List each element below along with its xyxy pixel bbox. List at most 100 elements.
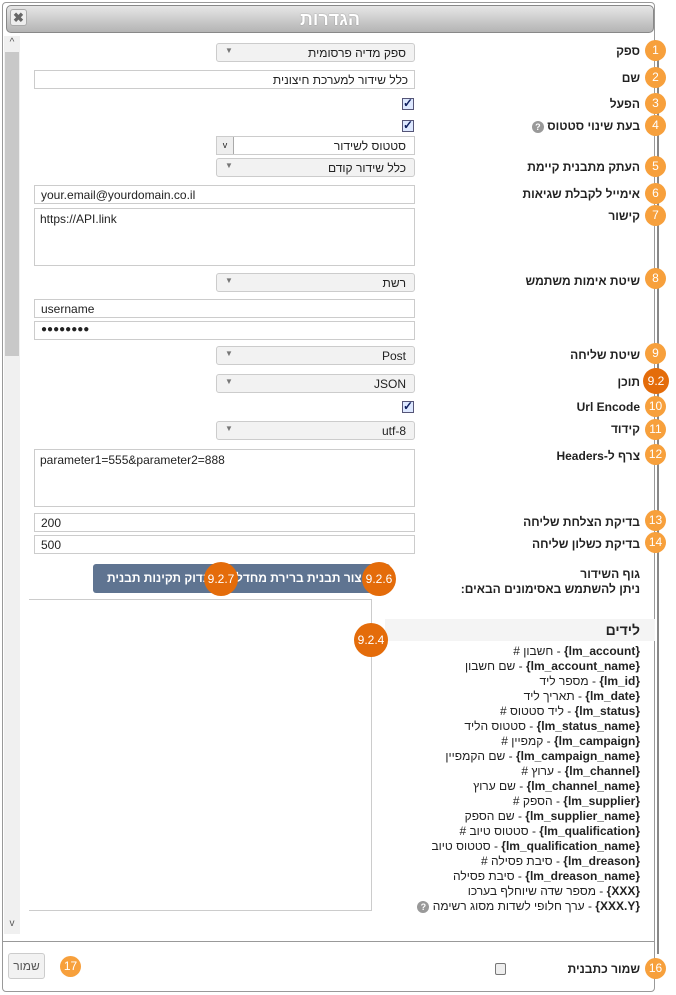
token-desc: מספר שדה שיוחלף בערכו (467, 884, 596, 898)
step-line (657, 44, 659, 954)
status-change-text: בעת שינוי סטטוס (547, 119, 640, 133)
copy-template-label: העתק מתבנית קיימת (527, 160, 640, 174)
token-desc: ערך חלופי לשדות מסוג רשימה (432, 899, 585, 913)
token-desc: סטטוס טיוב (431, 839, 491, 853)
failure-check-label: בדיקת כשלון שליחה (532, 537, 640, 551)
token: {lm_campaign_name} (515, 749, 640, 763)
token: {lm_channel} (564, 764, 640, 778)
step-badge: 9.2.7 (204, 562, 238, 596)
error-email-input[interactable]: your.email@yourdomain.co.il (34, 185, 415, 204)
password-input[interactable]: ●●●●●●●● (34, 321, 415, 340)
url-encode-checkbox[interactable]: ✓ (402, 400, 414, 413)
lead-token-item: {lm_campaign} - קמפיין # (501, 734, 640, 748)
step-badge: 9.2.6 (362, 562, 396, 596)
save-button[interactable]: שמור (8, 953, 45, 979)
caret-down-icon: ▼ (225, 377, 233, 386)
method-select[interactable]: Post ▼ (216, 346, 415, 365)
scrollbar-thumb[interactable] (5, 52, 19, 356)
username-input[interactable]: username (34, 299, 415, 318)
lead-token-item: {lm_dreason} - סיבת פסילה # (481, 854, 640, 868)
step-badge: 6 (645, 183, 666, 204)
lead-token-item: {lm_account} - חשבון # (513, 644, 640, 658)
token-desc: שם הספק (464, 809, 515, 823)
token: {lm_account_name} (525, 659, 640, 673)
content-select[interactable]: JSON ▼ (216, 374, 415, 393)
token: {lm_supplier} (563, 794, 640, 808)
validate-template-button[interactable]: בדוק תקינות תבנית (107, 571, 211, 585)
dialog-title: הגדרות (6, 5, 654, 33)
token: {lm_account} (563, 644, 640, 658)
encoding-select[interactable]: utf-8 ▼ (216, 421, 415, 440)
help-icon[interactable]: ? (531, 121, 544, 133)
copy-template-value: כלל שידור קודם (327, 161, 406, 175)
body-textarea[interactable] (29, 599, 372, 911)
token: {lm_supplier_name} (525, 809, 640, 823)
status-change-label: בעת שינוי סטטוס ? (531, 119, 640, 133)
auth-label: שיטת אימות משתמש (525, 274, 640, 288)
step-badge: 10 (645, 396, 666, 417)
lead-token-item: {lm_status_name} - סטטוס הליד (464, 719, 640, 733)
token: {lm_channel_name} (526, 779, 640, 793)
status-change-checkbox[interactable]: ✓ (402, 119, 414, 132)
lead-token-item: {XXX.Y} - ערך חלופי לשדות מסוג רשימה ? (417, 899, 640, 913)
step-badge: 5 (645, 156, 666, 177)
step-badge: 9.2 (643, 368, 669, 394)
save-template-checkbox[interactable] (495, 963, 506, 975)
token: {lm_campaign} (553, 734, 640, 748)
caret-down-icon: ▼ (225, 349, 233, 358)
lead-token-item: {lm_status} - ליד סטטוס # (499, 704, 640, 718)
success-check-input[interactable]: 200 (34, 513, 415, 532)
step-badge: 16 (645, 958, 666, 979)
failure-check-input[interactable]: 500 (34, 535, 415, 554)
step-badge: 2 (645, 67, 666, 88)
enable-checkbox[interactable]: ✓ (402, 97, 414, 110)
step-badge: 9 (645, 343, 666, 364)
enable-label: הפעל (609, 97, 640, 111)
close-icon[interactable]: ✖ (10, 9, 27, 26)
lead-token-item: {lm_dreason_name} - סיבת פסילה (453, 869, 640, 883)
help-icon[interactable]: ? (417, 901, 430, 913)
step-badge: 8 (645, 268, 666, 289)
step-badge: 11 (645, 419, 666, 440)
token: {lm_qualification} (539, 824, 640, 838)
success-check-label: בדיקת הצלחת שליחה (523, 515, 640, 529)
link-label: קישור (608, 209, 640, 223)
status-select[interactable]: סטטוס לשידור v (216, 136, 415, 155)
caret-down-icon: ▼ (225, 424, 233, 433)
content-label: תוכן (617, 375, 641, 389)
token-desc: קמפיין # (501, 734, 544, 748)
scroll-down-icon[interactable]: v (4, 918, 20, 932)
lead-token-item: {lm_account_name} - שם חשבון (464, 659, 640, 673)
leads-title: לידים (385, 619, 655, 641)
content-value: JSON (373, 377, 406, 391)
status-value: סטטוס לשידור (333, 139, 406, 153)
token: {lm_dreason} (563, 854, 640, 868)
lead-token-item: {lm_id} - מספר ליד (539, 674, 640, 688)
token: {lm_id} (599, 674, 640, 688)
token-desc: שם ערוץ (473, 779, 516, 793)
chevron-down-icon: v (217, 137, 234, 154)
supplier-value: ספק מדיה פרסומית (308, 46, 406, 60)
token: {lm_qualification_name} (501, 839, 640, 853)
auth-select[interactable]: רשת ▼ (216, 273, 415, 292)
token-desc: הספק # (512, 794, 553, 808)
name-label: שם (621, 71, 640, 85)
token: {lm_status_name} (536, 719, 640, 733)
caret-down-icon: ▼ (225, 46, 233, 55)
token-desc: שם חשבון (464, 659, 516, 673)
token: {XXX} (606, 884, 640, 898)
scroll-up-icon[interactable]: ^ (4, 37, 20, 51)
link-textarea[interactable]: https://API.link (34, 208, 415, 266)
copy-template-select[interactable]: כלל שידור קודם ▼ (216, 158, 415, 177)
auth-value: רשת (382, 276, 406, 290)
supplier-select[interactable]: ספק מדיה פרסומית ▼ (216, 43, 415, 62)
headers-textarea[interactable]: parameter1=555&parameter2=888 (34, 449, 415, 507)
save-template-label: שמור כתבנית (567, 962, 640, 976)
default-template-button[interactable]: צור תבנית ברירת מחדל (236, 571, 362, 585)
encoding-value: utf-8 (381, 424, 406, 438)
token-desc: סיבת פסילה # (481, 854, 553, 868)
token: {lm_status} (574, 704, 640, 718)
lead-token-item: {lm_campaign_name} - שם הקמפיין (445, 749, 640, 763)
name-input[interactable]: כלל שידור למערכת חיצונית (34, 70, 415, 89)
method-value: Post (381, 349, 406, 363)
